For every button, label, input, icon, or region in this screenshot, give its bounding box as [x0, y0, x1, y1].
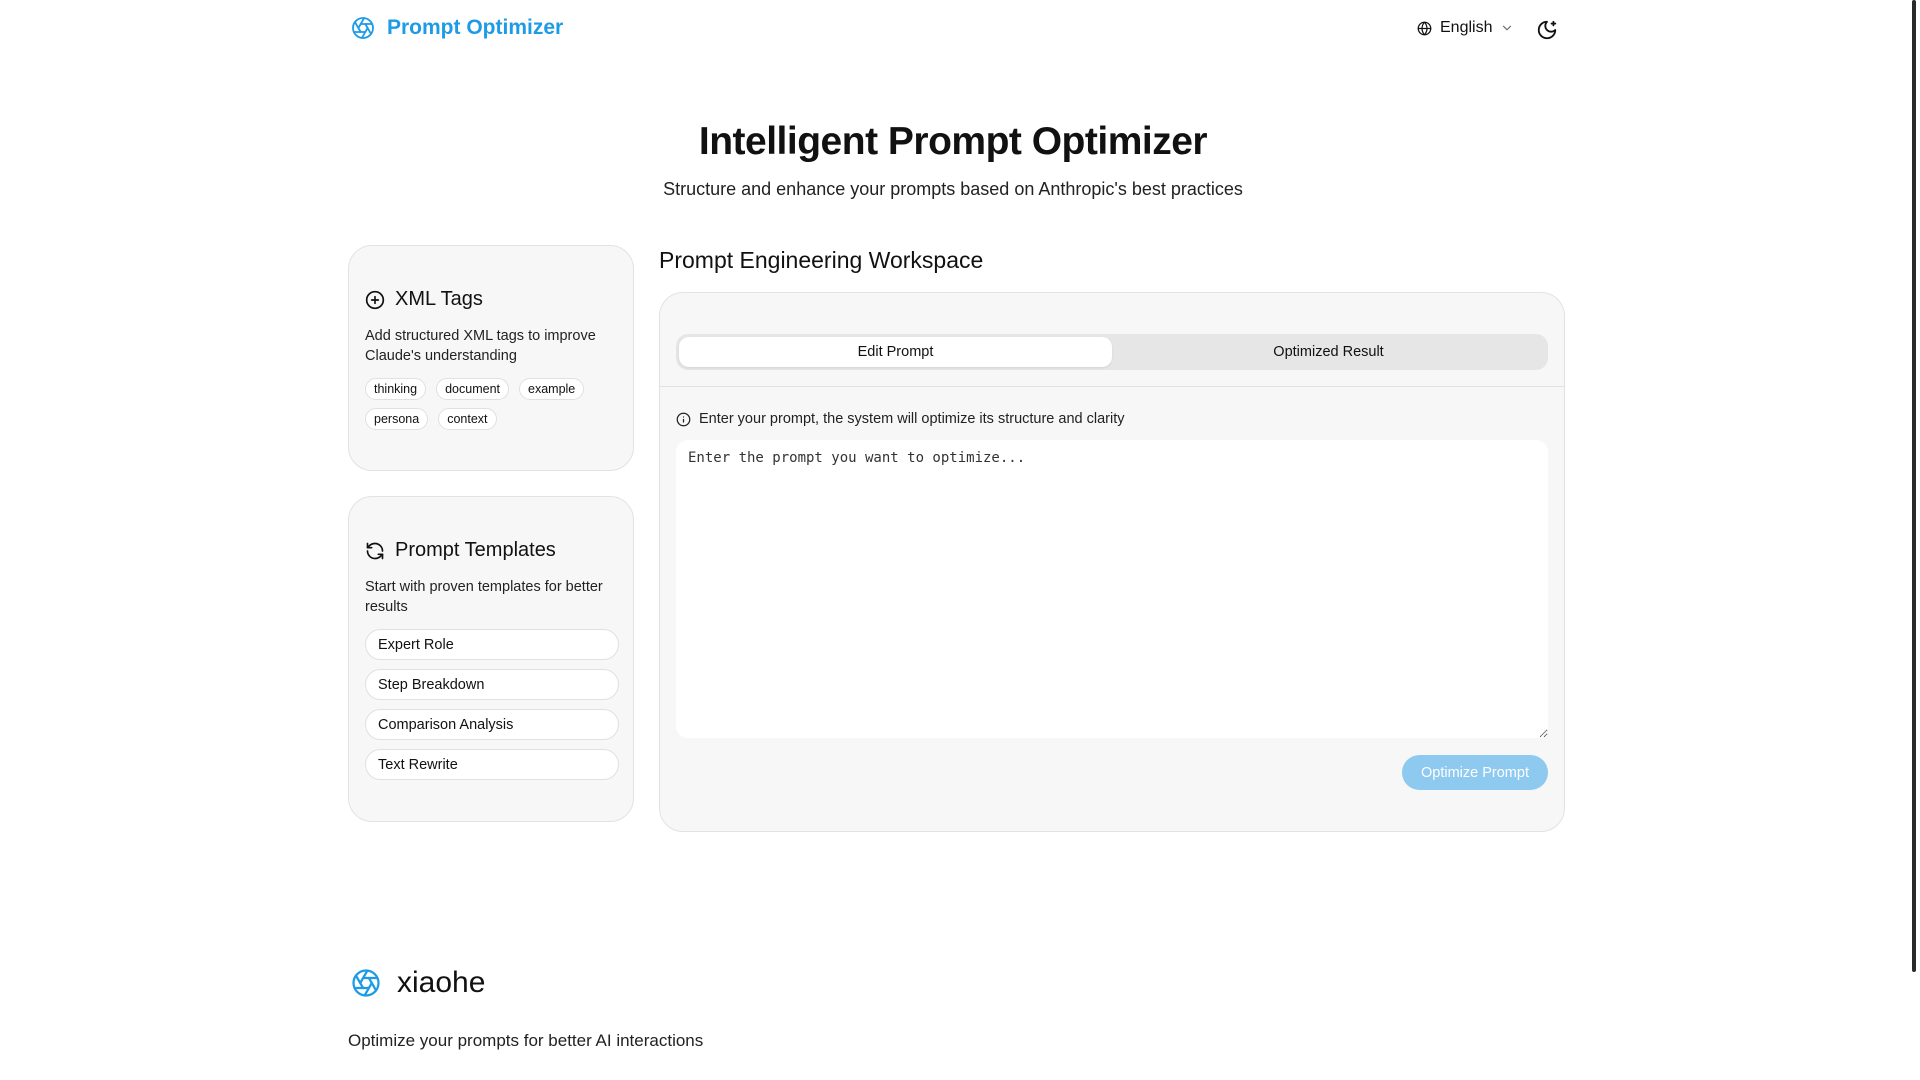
workspace-title: Prompt Engineering Workspace: [659, 247, 984, 273]
language-selector[interactable]: English: [1417, 19, 1514, 37]
xml-tags-description: Add structured XML tags to improve Claud…: [365, 328, 596, 364]
prompt-templates-card: Prompt Templates Start with proven templ…: [348, 496, 634, 822]
xml-tag-persona[interactable]: persona: [365, 408, 429, 430]
xml-tags-header: XML Tags: [365, 288, 483, 311]
brand-name: Prompt Optimizer: [387, 16, 564, 39]
xml-tag-list: thinking document example persona contex…: [365, 378, 621, 430]
refresh-icon: [366, 542, 384, 559]
aperture-icon: [352, 17, 374, 39]
footer-brand-name: xiaohe: [397, 966, 486, 999]
footer-tagline: Optimize your prompts for better AI inte…: [348, 1031, 704, 1050]
template-expert-role-button[interactable]: Expert Role: [365, 629, 619, 660]
top-header: Prompt Optimizer English: [0, 0, 1906, 60]
prompt-templates-title: Prompt Templates: [395, 539, 556, 561]
brand-logo-link[interactable]: Prompt Optimizer: [351, 16, 563, 40]
info-icon: [676, 412, 691, 426]
page-scrollbar-thumb[interactable]: [1912, 0, 1916, 972]
xml-tag-thinking[interactable]: thinking: [365, 378, 427, 400]
optimize-prompt-button[interactable]: Optimize Prompt: [1402, 755, 1548, 790]
page-subtitle: Structure and enhance your prompts based…: [663, 179, 1243, 199]
template-step-breakdown-button[interactable]: Step Breakdown: [365, 669, 619, 700]
xml-tag-context[interactable]: context: [438, 408, 497, 430]
globe-icon: [1417, 21, 1432, 35]
language-label: English: [1440, 19, 1493, 36]
template-comparison-analysis-button[interactable]: Comparison Analysis: [365, 709, 619, 740]
workspace-card: Edit Prompt Optimized Result Enter your …: [659, 292, 1565, 832]
xml-tag-document[interactable]: document: [436, 378, 509, 400]
plus-circle-icon: [365, 290, 385, 309]
footer-brand: xiaohe: [351, 966, 485, 1000]
xml-tags-title: XML Tags: [395, 288, 483, 310]
chevron-down-icon: [1503, 25, 1512, 31]
prompt-hint-text: Enter your prompt, the system will optim…: [699, 411, 1125, 427]
xml-tags-card: XML Tags Add structured XML tags to impr…: [348, 245, 634, 471]
prompt-templates-description: Start with proven templates for better r…: [365, 579, 603, 615]
prompt-input[interactable]: [676, 440, 1548, 738]
template-text-rewrite-button[interactable]: Text Rewrite: [365, 749, 619, 780]
tab-edit-prompt[interactable]: Edit Prompt: [679, 337, 1112, 367]
workspace-tabs: Edit Prompt Optimized Result: [676, 334, 1548, 370]
theme-toggle-button[interactable]: [1534, 17, 1560, 43]
xml-tag-example[interactable]: example: [519, 378, 585, 400]
prompt-templates-header: Prompt Templates: [365, 539, 556, 562]
workspace-divider: [660, 386, 1564, 387]
moon-icon: [1537, 20, 1557, 40]
template-list: Expert Role Step Breakdown Comparison An…: [365, 629, 619, 780]
page-title: Intelligent Prompt Optimizer: [698, 120, 1208, 163]
tab-optimized-result[interactable]: Optimized Result: [1112, 337, 1545, 367]
aperture-icon: [352, 969, 380, 997]
prompt-hint: Enter your prompt, the system will optim…: [676, 411, 1124, 427]
